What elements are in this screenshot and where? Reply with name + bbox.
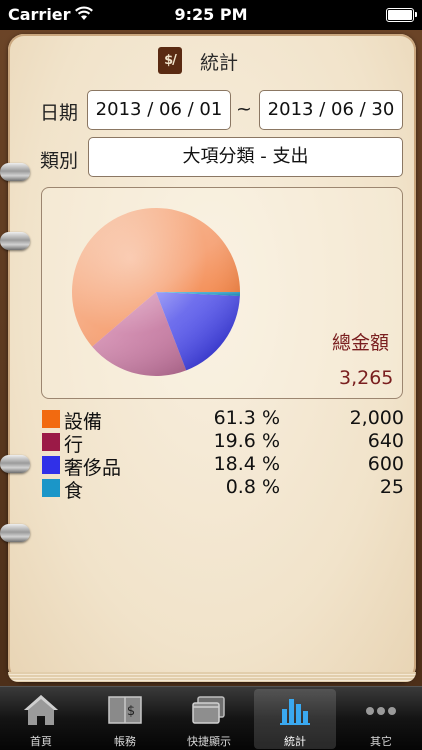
tab-statistics[interactable]: 統計 [254, 689, 336, 749]
windows-icon [192, 696, 225, 724]
tab-label: 快捷顯示 [187, 735, 231, 748]
category-selector[interactable]: 大項分類 - 支出 [88, 137, 403, 177]
legend-amount: 25 [379, 476, 404, 498]
battery-icon [386, 8, 417, 22]
end-date-field[interactable]: 2013 / 06 / 30 [259, 90, 403, 130]
tab-more[interactable]: 其它 [340, 689, 422, 749]
tab-home[interactable]: 首頁 [0, 689, 82, 749]
tab-label: 統計 [284, 735, 306, 748]
binder-ring-icon [0, 455, 30, 473]
legend-name: 食 [64, 480, 84, 502]
category-label: 類別 [40, 150, 79, 172]
legend-row[interactable]: 行 19.6 % 640 [42, 430, 406, 456]
legend: 設備 61.3 % 2,000 行 19.6 % 640 奢侈品 18.4 % … [42, 407, 406, 502]
clock: 9:25 PM [174, 5, 248, 24]
more-icon [366, 707, 396, 715]
pie-highlight [72, 208, 240, 376]
bar-chart-icon [280, 699, 310, 725]
pie-chart [72, 207, 241, 376]
total-amount-label: 總金額 [332, 332, 390, 354]
page-title: 統計 [200, 52, 239, 74]
start-date-field[interactable]: 2013 / 06 / 01 [87, 90, 231, 130]
tab-ledger[interactable]: $ 帳務 [84, 689, 166, 749]
legend-swatch [42, 456, 60, 474]
legend-percent: 19.6 % [213, 430, 280, 452]
total-amount-value: 3,265 [339, 367, 394, 389]
binder-ring-icon [0, 163, 30, 181]
home-icon [24, 695, 58, 725]
binder-ring-icon [0, 524, 30, 542]
tab-label: 帳務 [114, 735, 136, 748]
tab-bar: 首頁 $ 帳務 快捷顯示 統計 其它 [0, 686, 422, 750]
legend-percent: 61.3 % [213, 407, 280, 429]
ledger-icon: $ [108, 696, 142, 724]
date-range-separator: ~ [236, 98, 252, 120]
legend-swatch [42, 410, 60, 428]
legend-row[interactable]: 奢侈品 18.4 % 600 [42, 453, 406, 479]
legend-amount: 2,000 [349, 407, 404, 429]
legend-swatch [42, 479, 60, 497]
date-label: 日期 [40, 102, 79, 124]
legend-amount: 640 [367, 430, 404, 452]
legend-amount: 600 [367, 453, 404, 475]
status-bar: Carrier 9:25 PM [0, 0, 422, 30]
binder-ring-icon [0, 232, 30, 250]
svg-text:$: $ [127, 704, 135, 719]
legend-percent: 0.8 % [225, 476, 280, 498]
legend-row[interactable]: 設備 61.3 % 2,000 [42, 407, 406, 433]
legend-swatch [42, 433, 60, 451]
tab-label: 其它 [370, 735, 392, 748]
tab-quick-view[interactable]: 快捷顯示 [168, 689, 250, 749]
legend-row[interactable]: 食 0.8 % 25 [42, 476, 406, 502]
app-logo-icon: $/ [158, 47, 182, 74]
tab-label: 首頁 [30, 735, 52, 748]
legend-percent: 18.4 % [213, 453, 280, 475]
